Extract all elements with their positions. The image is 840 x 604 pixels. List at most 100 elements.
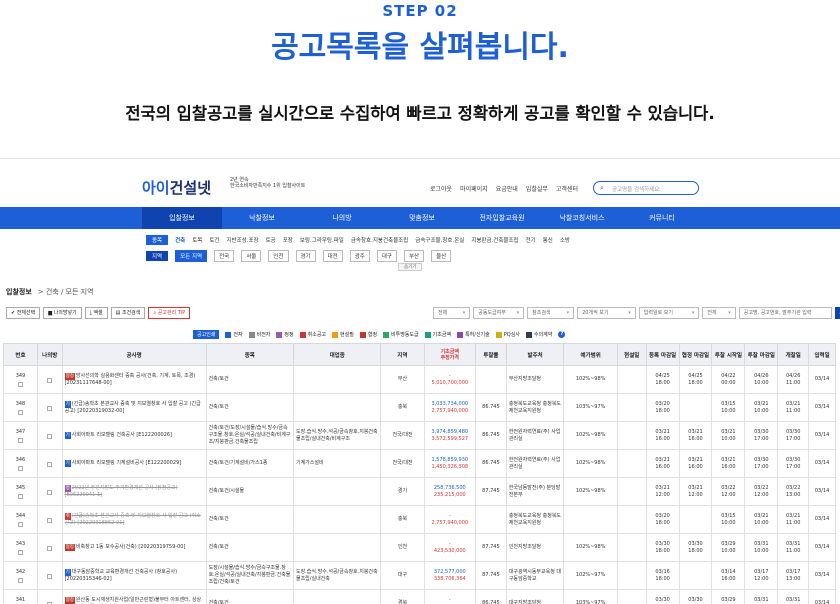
nav-item[interactable]: 커뮤니티 — [622, 207, 702, 229]
nav-item[interactable]: 전자입찰교육원 — [462, 207, 542, 229]
bid-title-link[interactable]: 비축창고 1동 보수공사(건축) [20220319759-00] — [76, 544, 186, 550]
my-room-cell[interactable] — [36, 477, 63, 506]
my-room-cell[interactable] — [36, 449, 63, 478]
column-header[interactable]: 현설일 — [616, 343, 647, 366]
my-room-cell[interactable] — [36, 421, 63, 450]
title-cell[interactable]: 기 대구동암중학교 교육환경개선 건축공사 (창호공사) [20220315346… — [61, 561, 207, 590]
category-item[interactable]: 토목 — [192, 236, 202, 244]
top-link[interactable]: 로그아웃 — [430, 184, 452, 193]
region-item[interactable]: 대구 — [376, 249, 397, 262]
bid-title-link[interactable]: 사회아파트 리모델링 건축공사 [E122200026] — [72, 432, 172, 438]
my-room-checkbox[interactable] — [47, 406, 53, 411]
column-header[interactable]: 투찰 시작일 — [711, 343, 746, 366]
row-checkbox[interactable] — [17, 465, 23, 471]
category-item[interactable]: 보링.그라우팅.파일 — [300, 236, 344, 244]
bid-title-link[interactable]: (긴급)송학초 본관교사 증축 및 지보열창호 사 입찰 공고 (취소공고) [… — [65, 513, 201, 526]
legend-print-button[interactable]: 공고인쇄 — [193, 330, 220, 339]
row-checkbox[interactable] — [17, 381, 23, 387]
category-item[interactable]: 전기 — [526, 236, 536, 244]
bid-title-link[interactable]: (긴급)송학초 본관교사 증축 및 지보열창호 사 입찰 공고 (긴급공고) [… — [65, 401, 201, 414]
category-item[interactable]: 지반조성.포장 — [227, 236, 259, 244]
filter-select[interactable]: 전체 ▾ — [702, 307, 736, 319]
toolbar-button[interactable]: ▤ 조건검색 — [110, 307, 146, 319]
category-item[interactable]: 포장 — [283, 236, 293, 244]
row-checkbox[interactable] — [17, 549, 23, 555]
row-checkbox[interactable] — [17, 409, 23, 415]
category-item[interactable]: 소방 — [560, 236, 570, 244]
column-header[interactable]: 개찰일 — [777, 343, 810, 366]
nav-item[interactable]: 입찰정보 — [142, 207, 222, 229]
my-room-cell[interactable] — [36, 393, 63, 422]
my-room-checkbox[interactable] — [47, 462, 53, 467]
search-button[interactable]: ⌕ 검색 — [835, 307, 840, 328]
my-room-cell[interactable] — [36, 561, 63, 590]
my-room-checkbox[interactable] — [47, 574, 53, 579]
region-item[interactable]: 인천 — [268, 249, 289, 262]
my-room-checkbox[interactable] — [47, 546, 53, 551]
top-search-input[interactable]: ⌕ 공고명을 검색하세요. — [593, 181, 699, 195]
top-link[interactable]: 입찰실무 — [526, 184, 548, 193]
title-cell[interactable]: 기 사회아파트 리모델링 기계설비공사 [E122200029] — [61, 449, 207, 478]
title-cell[interactable]: 협정완산동 도시재생지원사업(일반근린형)불무터 아트센터, 상상창고 조성사업… — [61, 589, 207, 604]
column-header[interactable]: 종목 — [205, 343, 294, 366]
nav-item[interactable]: 낙찰정보 — [222, 207, 302, 229]
filter-select[interactable]: 전체 ▾ — [433, 307, 471, 319]
my-room-cell[interactable] — [36, 505, 63, 534]
region-item[interactable]: 전국 — [214, 249, 235, 262]
top-link[interactable]: 고객센터 — [556, 184, 578, 193]
title-cell[interactable]: 취 (긴급)송학초 본관교사 증축 및 지보열창호 사 입찰 공고 (취소공고) … — [61, 505, 207, 534]
column-header[interactable]: 나의방 — [36, 343, 63, 366]
region-item[interactable]: 경기 — [295, 249, 316, 262]
bid-title-link[interactable]: 2022년 주간지방도 주거환경개선 공사 (정정공고) [E06220041-… — [65, 485, 178, 498]
region-item[interactable]: 광주 — [349, 249, 370, 262]
row-checkbox[interactable] — [17, 521, 23, 527]
top-link[interactable]: 마이페이지 — [460, 184, 488, 193]
column-header[interactable]: 협정 마감일 — [678, 343, 713, 366]
top-link[interactable]: 요금안내 — [496, 184, 518, 193]
nav-item[interactable]: 나의방 — [302, 207, 382, 229]
column-header[interactable]: 기초금액 추정가격 — [423, 343, 476, 366]
my-room-cell[interactable] — [36, 533, 63, 562]
my-room-checkbox[interactable] — [47, 378, 53, 383]
site-logo[interactable]: 아이건설넷 — [142, 177, 211, 198]
toolbar-button[interactable]: ⌕ 공고관리 TIP — [148, 307, 191, 319]
nav-item[interactable]: 낙찰코칭서비스 — [542, 207, 622, 229]
category-item[interactable]: 토건 — [209, 236, 219, 244]
region-item[interactable]: 울산 — [431, 249, 452, 262]
category-item[interactable]: 금속창호.지붕건축물조립 — [351, 236, 408, 244]
filter-select[interactable]: 공고명, 공고번호, 발주기관 입력 — [738, 307, 833, 319]
hide-toggle-button[interactable]: 숨기기 — [398, 263, 423, 271]
region-item[interactable]: 모든 지역 — [175, 249, 208, 262]
filter-select[interactable]: 20개씩 보기 ▾ — [577, 307, 636, 319]
bid-title-link[interactable]: 사회아파트 리모델링 기계설비공사 [E122200029] — [72, 460, 181, 466]
bid-title-link[interactable]: 대구동암중학교 교육환경개선 건축공사 (창호공사) [20220315346-… — [65, 569, 177, 582]
my-room-checkbox[interactable] — [47, 518, 53, 523]
category-item[interactable]: 건축 — [175, 236, 185, 244]
column-header[interactable]: 지역 — [380, 343, 425, 366]
column-header[interactable]: 예가범위 — [563, 343, 618, 366]
help-icon[interactable]: ? — [558, 331, 566, 338]
category-item[interactable]: 금속구조물.창호.온실 — [415, 236, 464, 244]
toolbar-button[interactable]: ⤓ 엑셀 — [84, 307, 108, 319]
title-cell[interactable]: 기 (긴급)송학초 본관교사 증축 및 지보열창호 사 입찰 공고 (긴급공고) … — [61, 393, 207, 422]
row-checkbox[interactable] — [17, 577, 23, 583]
region-item[interactable]: 부산 — [404, 249, 425, 262]
title-cell[interactable]: 기 사회아파트 리모델링 건축공사 [E122200026] — [61, 421, 207, 450]
category-item[interactable]: 토공 — [266, 236, 276, 244]
title-cell[interactable]: 협정 비축창고 1동 보수공사(건축) [20220319759-00] — [61, 533, 207, 562]
region-item[interactable]: 대전 — [322, 249, 343, 262]
column-header[interactable]: 입력일 — [808, 343, 836, 366]
region-item[interactable]: 서울 — [241, 249, 262, 262]
title-cell[interactable]: 정 2022년 주간지방도 주거환경개선 공사 (정정공고) [E06220041… — [61, 477, 207, 506]
toolbar-button[interactable]: ▆ 나의방넣기 — [43, 307, 82, 319]
filter-select[interactable]: 참조검색 ▾ — [527, 307, 575, 319]
column-header[interactable]: 등록 마감일 — [645, 343, 680, 366]
column-header[interactable]: 투찰 마감일 — [744, 343, 779, 366]
bid-title-link[interactable]: 완산동 도시재생지원사업(일반근린형)불무터 아트센터, 상상창고 조성사업(건… — [65, 597, 202, 604]
my-room-cell[interactable] — [36, 589, 63, 604]
category-item[interactable]: 지붕판금.건축물조립 — [471, 236, 518, 244]
column-header[interactable]: 발주처 — [505, 343, 565, 366]
my-room-checkbox[interactable] — [47, 490, 53, 495]
row-checkbox[interactable] — [17, 493, 23, 499]
my-room-checkbox[interactable] — [47, 434, 53, 439]
